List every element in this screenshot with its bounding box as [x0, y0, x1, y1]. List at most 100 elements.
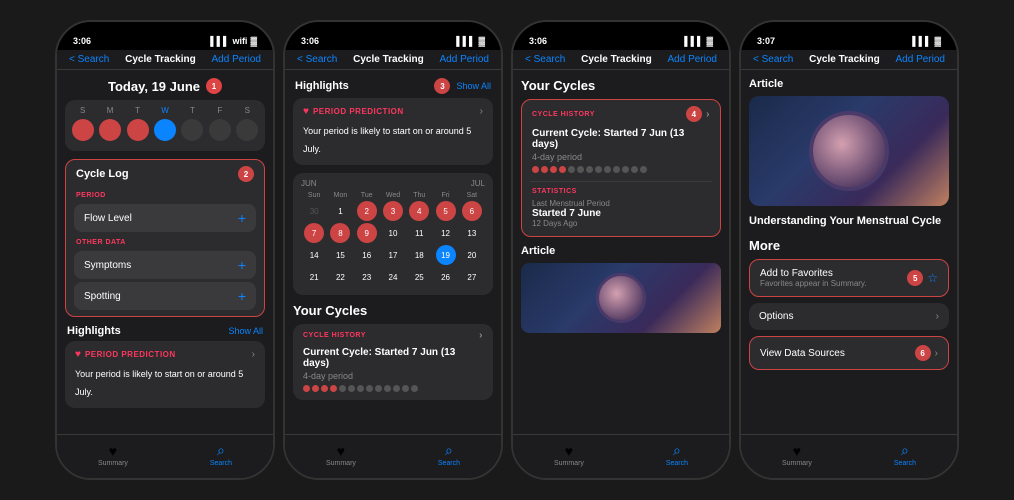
notch-4 [809, 22, 889, 42]
heart-icon-3: ♥ [565, 443, 573, 459]
highlight-header-1: ♥ PERIOD PREDICTION › [75, 349, 255, 360]
tab-summary-3[interactable]: ♥ Summary [554, 443, 584, 467]
cycle-card-3[interactable]: CYCLE HISTORY 4 › Current Cycle: Started… [521, 99, 721, 237]
highlights-title-1: Highlights [67, 325, 121, 337]
heart-icon-4: ♥ [793, 443, 801, 459]
cal-day-w[interactable] [154, 119, 176, 141]
tab-search-1[interactable]: ⌕ Search [210, 442, 232, 467]
tab-search-2[interactable]: ⌕ Search [438, 442, 460, 467]
article-title-4: Understanding Your Menstrual Cycle [749, 214, 949, 228]
spotting-plus-btn[interactable]: + [238, 288, 246, 304]
phone-1: 3:06 ▌▌▌ wifi ▓ < Search Cycle Tracking … [55, 20, 275, 480]
nav-back-1[interactable]: < Search [69, 54, 109, 65]
art-circle-3 [596, 273, 646, 323]
status-icons-3: ▌▌▌ ▓ [684, 36, 713, 46]
nav-bar-4: < Search Cycle Tracking Add Period [741, 50, 957, 70]
cal-day-f[interactable] [209, 119, 231, 141]
article-label-4: Article [749, 78, 949, 90]
add-period-btn-3[interactable]: Add Period [668, 54, 717, 65]
add-fav-label: Add to Favorites [760, 268, 867, 279]
flow-level-row[interactable]: Flow Level + [74, 204, 256, 232]
chevron-2: › [480, 106, 483, 117]
tab-bar-1: ♥ Summary ⌕ Search [57, 434, 273, 478]
search-icon-2: ⌕ [445, 442, 453, 459]
cycle-card-2[interactable]: CYCLE HISTORY › Current Cycle: Started 7… [293, 324, 493, 400]
prediction-text-1: Your period is likely to start on or aro… [75, 369, 243, 397]
add-period-btn-4[interactable]: Add Period [896, 54, 945, 65]
more-title-4: More [749, 238, 949, 253]
symptoms-label: Symptoms [84, 260, 131, 271]
statistics-label-3: STATISTICS [522, 182, 720, 197]
cal-day-s[interactable] [72, 119, 94, 141]
cal-days-1 [69, 119, 261, 141]
tab-search-label-3: Search [666, 460, 688, 467]
badge-2: 2 [238, 166, 254, 182]
spotting-row[interactable]: Spotting + [74, 282, 256, 310]
current-cycle-3: Current Cycle: Started 7 Jun (13 days) [532, 128, 710, 150]
cal-day-t2[interactable] [181, 119, 203, 141]
date-header-1: Today, 19 June 1 [65, 78, 265, 94]
notch-2 [353, 22, 433, 42]
nav-back-2[interactable]: < Search [297, 54, 337, 65]
flow-plus-btn[interactable]: + [238, 210, 246, 226]
tab-summary-1[interactable]: ♥ Summary [98, 443, 128, 467]
add-period-btn-1[interactable]: Add Period [212, 54, 261, 65]
symptoms-plus-btn[interactable]: + [238, 257, 246, 273]
article-image-3[interactable] [521, 263, 721, 333]
battery-icon-4: ▓ [934, 36, 941, 46]
nav-title-4: Cycle Tracking [809, 54, 880, 65]
flow-level-label: Flow Level [84, 213, 132, 224]
signal-icon: ▌▌▌ [210, 36, 229, 46]
highlight-card-2[interactable]: ♥ PERIOD PREDICTION › Your period is lik… [293, 98, 493, 165]
badge-4: 4 [686, 106, 702, 122]
tab-search-4[interactable]: ⌕ Search [894, 442, 916, 467]
other-data-label: OTHER DATA [66, 235, 264, 248]
cal-day-m[interactable] [99, 119, 121, 141]
tab-summary-2[interactable]: ♥ Summary [326, 443, 356, 467]
phone-2: 3:06 ▌▌▌ ▓ < Search Cycle Tracking Add P… [283, 20, 503, 480]
last-period-label: Last Menstrual Period [532, 199, 710, 208]
add-favorites-btn[interactable]: Add to Favorites Favorites appear in Sum… [749, 259, 949, 297]
your-cycles-title-3: Your Cycles [521, 78, 721, 93]
nav-back-3[interactable]: < Search [525, 54, 565, 65]
your-cycles-title-2: Your Cycles [293, 303, 493, 318]
large-article-image-4[interactable] [749, 96, 949, 206]
cycle-info-2: Current Cycle: Started 7 Jun (13 days) 4… [293, 343, 493, 400]
tab-search-label-2: Search [438, 460, 460, 467]
signal-icon-4: ▌▌▌ [912, 36, 931, 46]
screen-2: 3:06 ▌▌▌ ▓ < Search Cycle Tracking Add P… [285, 22, 501, 478]
symptoms-row[interactable]: Symptoms + [74, 251, 256, 279]
highlights-header-1: Highlights Show All [65, 325, 265, 341]
calendar-card-1: S M T W T F S [65, 100, 265, 151]
chevron-1: › [252, 349, 255, 360]
cal-day-s2[interactable] [236, 119, 258, 141]
highlights-title-2: Highlights [295, 80, 349, 92]
badge-6: 6 [915, 345, 931, 361]
view-data-label: View Data Sources [760, 348, 845, 359]
stats-info-3: Last Menstrual Period Started 7 June 12 … [522, 197, 720, 236]
heart-icon-2: ♥ [337, 443, 345, 459]
started-val: Started 7 June [532, 208, 710, 219]
tab-summary-4[interactable]: ♥ Summary [782, 443, 812, 467]
cycle-dots-3 [532, 166, 710, 173]
chevron-data: › [935, 348, 938, 359]
highlight-header-2: ♥ PERIOD PREDICTION › [303, 106, 483, 117]
search-icon-3: ⌕ [673, 442, 681, 459]
show-all-2[interactable]: Show All [456, 81, 491, 91]
article-label-3: Article [521, 245, 721, 257]
show-all-1[interactable]: Show All [228, 326, 263, 336]
tab-search-3[interactable]: ⌕ Search [666, 442, 688, 467]
nav-title-3: Cycle Tracking [581, 54, 652, 65]
time-2: 3:06 [301, 36, 319, 46]
add-period-btn-2[interactable]: Add Period [440, 54, 489, 65]
nav-back-4[interactable]: < Search [753, 54, 793, 65]
options-btn[interactable]: Options › [749, 303, 949, 330]
prediction-text-2: Your period is likely to start on or aro… [303, 126, 471, 154]
cal-day-t[interactable] [127, 119, 149, 141]
screen-3: 3:06 ▌▌▌ ▓ < Search Cycle Tracking Add P… [513, 22, 729, 478]
battery-icon-2: ▓ [478, 36, 485, 46]
phones-container: 3:06 ▌▌▌ wifi ▓ < Search Cycle Tracking … [45, 10, 969, 490]
cycle-history-label-2: CYCLE HISTORY › [293, 324, 493, 343]
view-data-sources-btn[interactable]: View Data Sources 6 › [749, 336, 949, 370]
current-cycle-2: Current Cycle: Started 7 Jun (13 days) [303, 347, 483, 369]
